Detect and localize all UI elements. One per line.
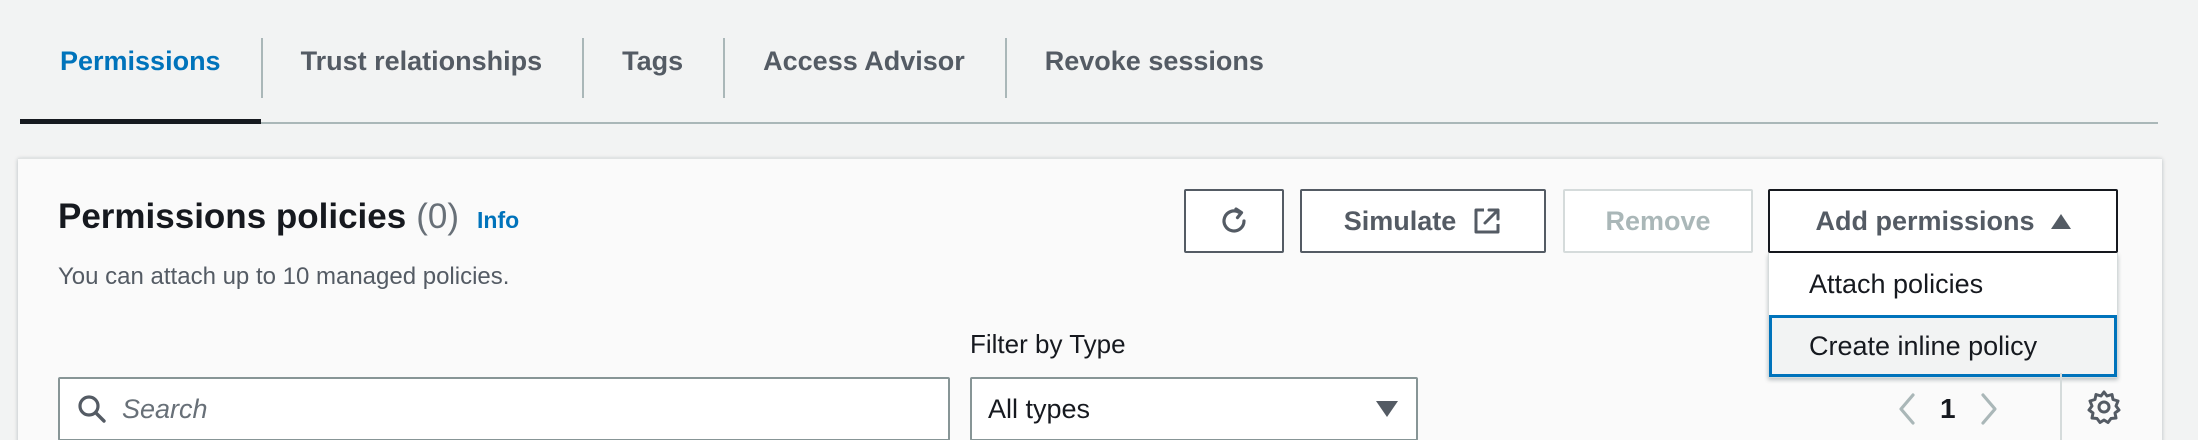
tab-revoke-sessions[interactable]: Revoke sessions [1004, 0, 1304, 122]
caret-up-icon [2050, 213, 2071, 229]
search-input[interactable] [122, 393, 948, 425]
menu-item-label: Create inline policy [1809, 330, 2038, 361]
external-link-icon [1474, 208, 1500, 234]
tab-label: Access Advisor [763, 45, 965, 76]
pager-divider [2060, 373, 2062, 440]
filter-by-type-label: Filter by Type [970, 329, 1126, 359]
tab-bar: Permissions Trust relationships Tags Acc… [20, 0, 2158, 124]
tab-access-advisor[interactable]: Access Advisor [723, 0, 1005, 122]
previous-page-button[interactable] [1896, 392, 1918, 426]
remove-label: Remove [1605, 205, 1711, 236]
tab-trust-relationships[interactable]: Trust relationships [260, 0, 583, 122]
panel-title: Permissions policies [58, 197, 407, 236]
pagination: 1 [1896, 377, 2000, 440]
add-permissions-button[interactable]: Add permissions [1768, 189, 2118, 253]
panel-description: You can attach up to 10 managed policies… [58, 263, 510, 290]
tab-label: Tags [622, 45, 684, 76]
search-icon [78, 395, 106, 423]
type-filter-select[interactable]: All types [970, 377, 1418, 440]
simulate-button[interactable]: Simulate [1300, 189, 1546, 253]
chevron-right-icon [1980, 393, 1997, 425]
info-link[interactable]: Info [477, 207, 519, 234]
caret-down-icon [1376, 401, 1398, 417]
current-page-number[interactable]: 1 [1940, 393, 1956, 425]
add-permissions-label: Add permissions [1815, 205, 2035, 236]
simulate-label: Simulate [1343, 205, 1457, 236]
tab-tags[interactable]: Tags [582, 0, 723, 122]
remove-button[interactable]: Remove [1563, 189, 1753, 253]
permissions-policies-panel: Permissions policies (0) Info You can at… [18, 158, 2162, 440]
menu-item-attach-policies[interactable]: Attach policies [1769, 253, 2117, 315]
menu-item-label: Attach policies [1809, 268, 1984, 299]
role-permissions-page: Permissions Trust relationships Tags Acc… [0, 0, 2198, 440]
tab-label: Revoke sessions [1044, 45, 1264, 76]
tab-label: Trust relationships [300, 45, 543, 76]
gear-icon [2087, 390, 2121, 424]
search-field[interactable] [58, 377, 950, 440]
refresh-button[interactable] [1184, 189, 1284, 253]
refresh-icon [1222, 207, 1246, 233]
panel-heading: Permissions policies (0) Info [58, 197, 519, 237]
add-permissions-menu: Attach policies Create inline policy [1768, 253, 2118, 378]
preferences-button[interactable] [2086, 389, 2122, 430]
tab-label: Permissions [60, 45, 221, 76]
next-page-button[interactable] [1978, 392, 2000, 426]
tab-permissions[interactable]: Permissions [20, 0, 261, 124]
chevron-left-icon [1899, 393, 1915, 425]
policy-count: (0) [416, 197, 459, 236]
type-filter-value: All types [988, 393, 1091, 424]
menu-item-create-inline-policy[interactable]: Create inline policy [1769, 315, 2117, 377]
